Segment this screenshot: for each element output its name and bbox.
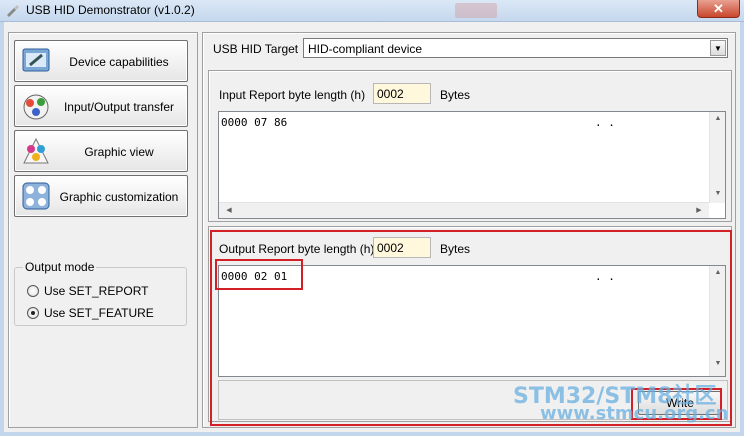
nav-label: Graphic customization	[59, 190, 179, 204]
graphic-customization-button[interactable]: Graphic customization	[14, 175, 188, 217]
usb-hid-target-select[interactable]: HID-compliant device ▼	[303, 38, 728, 58]
device-capabilities-button[interactable]: Device capabilities	[14, 40, 188, 82]
watermark-line2: www.stmcu.org.cn	[540, 403, 729, 424]
usb-hid-target-value: HID-compliant device	[308, 42, 423, 56]
maximize-button[interactable]	[455, 3, 497, 18]
scroll-up-icon[interactable]: ▲	[710, 115, 726, 122]
input-bytes-label: Bytes	[440, 88, 471, 102]
chevron-down-icon[interactable]: ▼	[710, 40, 726, 56]
output-data-highlight	[215, 259, 303, 290]
vertical-scrollbar[interactable]: ▲ ▼	[709, 112, 725, 203]
input-report-data[interactable]: 0000 07 86 . . ▲ ▼ ◀ ▶	[218, 111, 726, 219]
nav-label: Graphic view	[84, 145, 154, 159]
horizontal-scrollbar[interactable]: ◀ ▶	[219, 202, 709, 218]
title-bar: USB HID Demonstrator (v1.0.2) ✕	[0, 0, 744, 22]
graphic-view-button[interactable]: Graphic view	[14, 130, 188, 172]
close-button[interactable]: ✕	[697, 0, 740, 18]
scroll-left-icon[interactable]: ◀	[221, 206, 237, 214]
radio-label: Use SET_REPORT	[44, 284, 149, 298]
input-hex-row: 0000 07 86	[221, 116, 288, 129]
nav-label: Device capabilities	[69, 55, 169, 69]
input-ascii-dots: . .	[595, 116, 615, 129]
output-mode-legend: Output mode	[23, 260, 97, 274]
device-capabilities-icon	[22, 48, 50, 72]
nav-label: Input/Output transfer	[63, 100, 175, 114]
graphic-view-icon	[23, 137, 49, 164]
radio-button[interactable]	[27, 307, 39, 319]
io-transfer-button[interactable]: Input/Output transfer	[14, 85, 188, 127]
usb-hid-target-label: USB HID Target	[213, 42, 299, 56]
radio-set-feature[interactable]: Use SET_FEATURE	[27, 306, 154, 320]
graphic-customization-icon	[22, 182, 50, 210]
radio-label: Use SET_FEATURE	[44, 306, 154, 320]
scroll-down-icon[interactable]: ▼	[710, 190, 726, 197]
window-title: USB HID Demonstrator (v1.0.2)	[26, 3, 195, 17]
io-transfer-icon	[23, 94, 49, 120]
radio-button[interactable]	[27, 285, 39, 297]
output-mode-group: Output mode Use SET_REPORT Use SET_FEATU…	[14, 260, 187, 326]
input-length-label: Input Report byte length (h)	[219, 88, 366, 102]
scroll-right-icon[interactable]: ▶	[691, 206, 707, 214]
radio-set-report[interactable]: Use SET_REPORT	[27, 284, 148, 298]
input-length-field[interactable]: 0002	[373, 83, 431, 104]
app-icon	[7, 5, 19, 17]
